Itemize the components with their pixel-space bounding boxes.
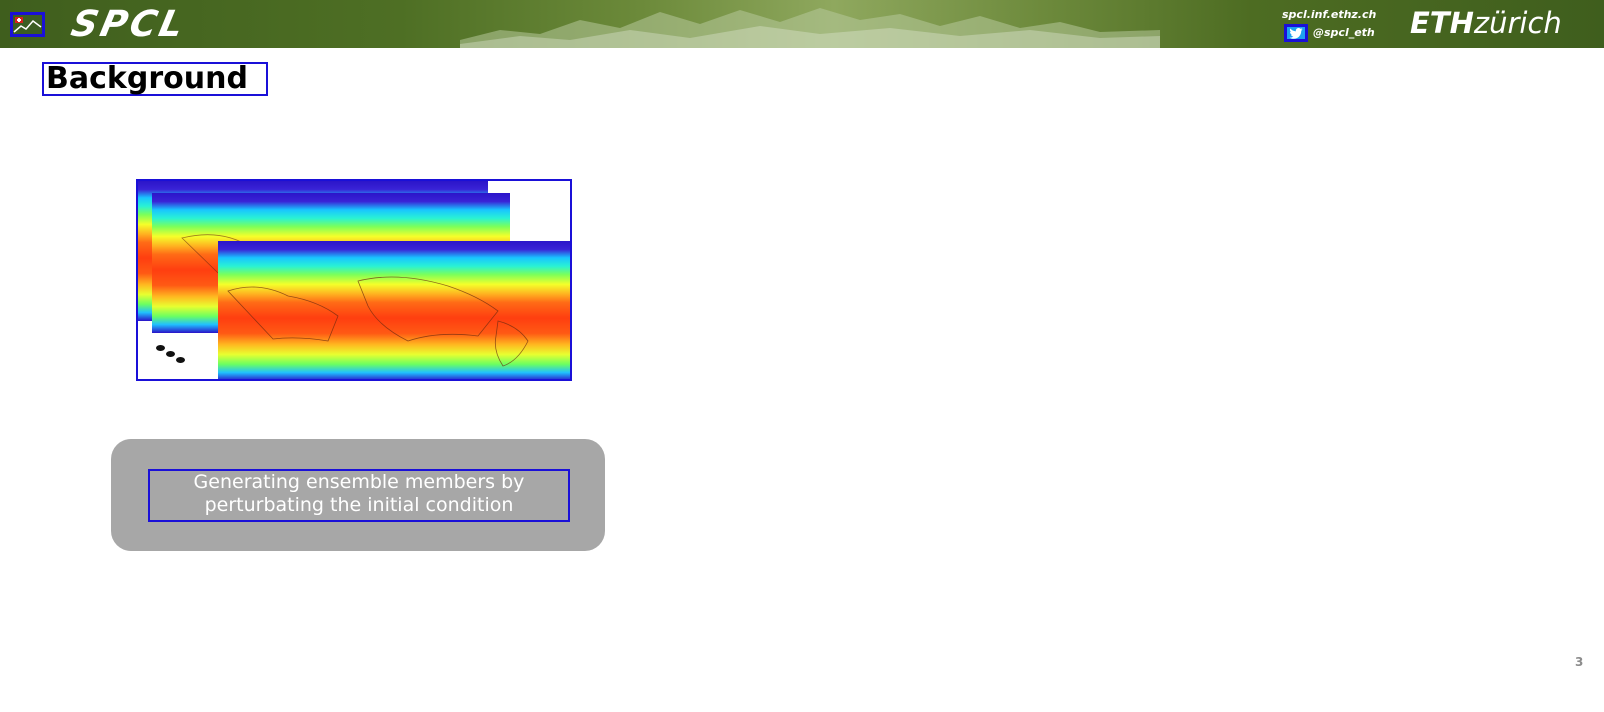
caption-text[interactable]: Generating ensemble members by perturbat…	[148, 469, 570, 522]
site-url-link[interactable]: spcl.inf.ethz.ch	[1282, 8, 1376, 21]
spcl-wordmark: SPCL	[67, 4, 190, 45]
page-number: 3	[1575, 655, 1584, 669]
ensemble-maps-figure[interactable]	[136, 179, 572, 381]
continents-outline-icon	[227, 276, 529, 367]
mountain-panorama-icon	[460, 8, 1160, 48]
twitter-handle-link[interactable]: @spcl_eth	[1313, 26, 1375, 39]
map-layer-front	[218, 241, 570, 379]
eth-zurich-logo: ETHzürich	[1410, 6, 1562, 42]
slide-title[interactable]: Background	[42, 62, 268, 96]
twitter-icon[interactable]	[1284, 24, 1308, 42]
header-banner: SPCL spcl.inf.ethz.ch @spcl_eth ETHzüric…	[0, 0, 1604, 48]
spcl-logo-icon[interactable]	[10, 12, 45, 37]
eth-logo-text: ETH	[1410, 6, 1474, 40]
zurich-logo-text: zürich	[1473, 6, 1562, 40]
